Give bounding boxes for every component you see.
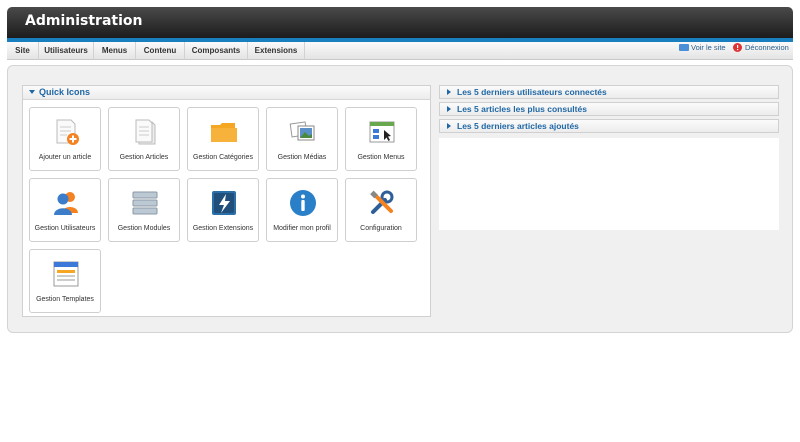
quick-icon-label: Gestion Menus — [357, 154, 405, 161]
panel-title: Les 5 articles les plus consultés — [457, 104, 587, 114]
quick-icon-label: Gestion Extensions — [192, 225, 254, 232]
menu-components[interactable]: Composants — [185, 42, 248, 60]
dashboard-area: Quick Icons Ajouter un article Gestion A… — [7, 65, 793, 333]
panel-title: Les 5 derniers articles ajoutés — [457, 121, 579, 131]
quick-icon-label: Gestion Modules — [117, 225, 171, 232]
quick-icon-label: Gestion Articles — [119, 154, 169, 161]
articles-icon — [135, 119, 156, 145]
menu-site[interactable]: Site — [7, 42, 39, 60]
users-icon — [54, 192, 78, 215]
templates-icon — [53, 261, 79, 287]
menu-content[interactable]: Contenu — [136, 42, 185, 60]
expand-arrow-icon — [447, 89, 451, 95]
page-title: Administration — [25, 13, 143, 29]
view-site-label: Voir le site — [691, 43, 726, 52]
logout-label: Déconnexion — [745, 43, 789, 52]
expand-arrow-icon — [447, 123, 451, 129]
quick-icon-label: Gestion Médias — [277, 154, 327, 161]
config-icon — [370, 190, 394, 214]
quick-icon-menus[interactable]: Gestion Menus — [345, 107, 417, 171]
quick-icon-label: Gestion Utilisateurs — [34, 225, 96, 232]
admin-header: Administration — [7, 7, 793, 38]
modules-icon — [132, 191, 158, 215]
menus-icon — [369, 121, 395, 143]
quick-icon-configuration[interactable]: Configuration — [345, 178, 417, 242]
monitor-icon — [679, 44, 689, 51]
quick-icon-profile[interactable]: Modifier mon profil — [266, 178, 338, 242]
panel-latest-articles[interactable]: Les 5 derniers articles ajoutés — [439, 119, 779, 133]
expand-arrow-icon — [447, 106, 451, 112]
quick-icon-add-article[interactable]: Ajouter un article — [29, 107, 101, 171]
add-article-icon — [56, 119, 79, 145]
panel-logged-users[interactable]: Les 5 derniers utilisateurs connectés — [439, 85, 779, 99]
quick-icon-label: Ajouter un article — [38, 154, 92, 161]
menu-extensions[interactable]: Extensions — [248, 42, 305, 60]
logout-icon — [733, 43, 742, 52]
quick-icons-panel: Quick Icons Ajouter un article Gestion A… — [22, 85, 431, 317]
main-menu-bar: Site Utilisateurs Menus Contenu Composan… — [7, 42, 793, 60]
quick-icon-articles[interactable]: Gestion Articles — [108, 107, 180, 171]
quick-icon-modules[interactable]: Gestion Modules — [108, 178, 180, 242]
quick-icons-title: Quick Icons — [39, 87, 91, 97]
quick-icon-templates[interactable]: Gestion Templates — [29, 249, 101, 313]
quick-icon-users[interactable]: Gestion Utilisateurs — [29, 178, 101, 242]
quick-icon-categories[interactable]: Gestion Catégories — [187, 107, 259, 171]
menu-users[interactable]: Utilisateurs — [39, 42, 94, 60]
quick-icon-label: Gestion Catégories — [193, 154, 253, 161]
quick-icon-label: Modifier mon profil — [273, 225, 331, 232]
quick-icons-header[interactable]: Quick Icons — [23, 86, 430, 100]
menu-menus[interactable]: Menus — [94, 42, 136, 60]
extensions-icon — [212, 191, 236, 215]
quick-icon-media[interactable]: Gestion Médias — [266, 107, 338, 171]
panel-content-area — [439, 138, 779, 230]
quick-icon-extensions[interactable]: Gestion Extensions — [187, 178, 259, 242]
folder-icon — [211, 123, 237, 142]
panel-title: Les 5 derniers utilisateurs connectés — [457, 87, 607, 97]
collapse-arrow-icon — [29, 90, 35, 94]
panel-popular-articles[interactable]: Les 5 articles les plus consultés — [439, 102, 779, 116]
media-icon — [289, 121, 315, 141]
quick-icon-label: Configuration — [360, 225, 402, 232]
info-icon — [290, 190, 316, 216]
quick-icon-label: Gestion Templates — [36, 296, 94, 303]
